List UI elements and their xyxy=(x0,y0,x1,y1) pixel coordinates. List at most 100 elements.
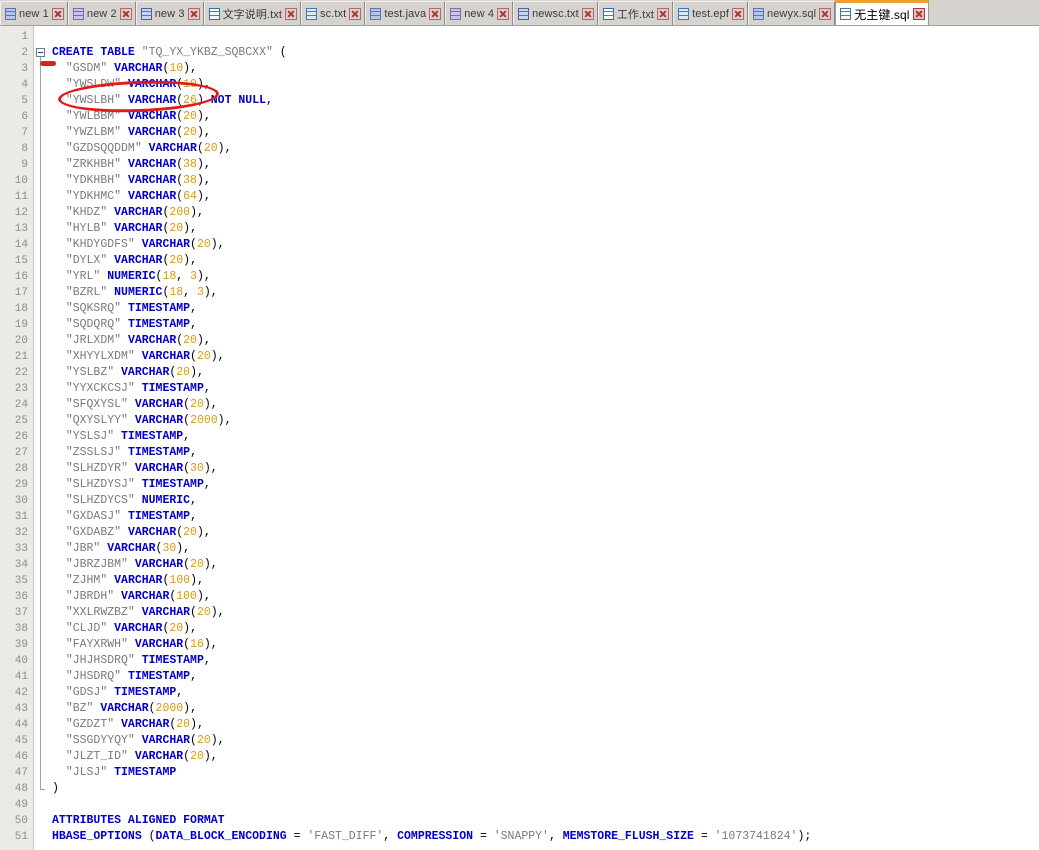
close-icon[interactable] xyxy=(731,7,744,20)
close-icon[interactable] xyxy=(187,7,200,20)
code-line[interactable]: "YWZLBM" VARCHAR(20), xyxy=(48,125,1039,141)
code-line[interactable]: "FAYXRWH" VARCHAR(16), xyxy=(48,637,1039,653)
code-line[interactable]: "ZJHM" VARCHAR(100), xyxy=(48,573,1039,589)
tab-label: new 2 xyxy=(86,7,117,20)
fold-row xyxy=(34,413,48,429)
close-icon[interactable] xyxy=(51,7,64,20)
code-line[interactable]: "XXLRWZBZ" VARCHAR(20), xyxy=(48,605,1039,621)
code-line[interactable]: "QXYSLYY" VARCHAR(2000), xyxy=(48,413,1039,429)
fold-row xyxy=(34,365,48,381)
document-icon xyxy=(518,7,530,20)
code-line[interactable]: "GXDABZ" VARCHAR(20), xyxy=(48,525,1039,541)
code-line[interactable]: "GZDSQQDDM" VARCHAR(20), xyxy=(48,141,1039,157)
code-line[interactable]: "JHSDRQ" TIMESTAMP, xyxy=(48,669,1039,685)
document-icon xyxy=(208,7,220,20)
code-line[interactable]: "YWSLDW" VARCHAR(10), xyxy=(48,77,1039,93)
line-number: 18 xyxy=(14,303,28,315)
code-line[interactable]: "DYLX" VARCHAR(20), xyxy=(48,253,1039,269)
code-line[interactable]: "ZRKHBH" VARCHAR(38), xyxy=(48,157,1039,173)
code-line[interactable]: HBASE_OPTIONS (DATA_BLOCK_ENCODING = 'FA… xyxy=(48,829,1039,845)
tab-2[interactable]: new 2 xyxy=(67,1,136,25)
tab-3[interactable]: new 3 xyxy=(135,1,204,25)
code-editor[interactable]: 1 2 3 4 5 6 7 8 9 10 11 12 13 14 15 16 17 18 19 20 21 22 23 24 2… xyxy=(0,26,1039,850)
code-line[interactable]: "SLHZDYR" VARCHAR(30), xyxy=(48,461,1039,477)
fold-row xyxy=(34,525,48,541)
code-line[interactable]: "KHDYGDFS" VARCHAR(20), xyxy=(48,237,1039,253)
code-line[interactable]: "YDKHBH" VARCHAR(38), xyxy=(48,173,1039,189)
code-line[interactable]: "JHJHSDRQ" TIMESTAMP, xyxy=(48,653,1039,669)
code-line[interactable]: "YDKHMC" VARCHAR(64), xyxy=(48,189,1039,205)
document-icon xyxy=(72,7,84,20)
code-line[interactable]: "JBR" VARCHAR(30), xyxy=(48,541,1039,557)
fold-row xyxy=(34,541,48,557)
code-line[interactable]: "KHDZ" VARCHAR(200), xyxy=(48,205,1039,221)
code-line[interactable]: "SQKSRQ" TIMESTAMP, xyxy=(48,301,1039,317)
code-fold-column[interactable] xyxy=(34,26,48,850)
code-line[interactable]: "BZ" VARCHAR(2000), xyxy=(48,701,1039,717)
code-line[interactable]: "YWLBBM" VARCHAR(20), xyxy=(48,109,1039,125)
close-icon[interactable] xyxy=(497,7,510,20)
line-number: 30 xyxy=(14,495,28,507)
code-line[interactable]: "YSLBZ" VARCHAR(20), xyxy=(48,365,1039,381)
code-line[interactable]: "YSLSJ" TIMESTAMP, xyxy=(48,429,1039,445)
line-number: 32 xyxy=(14,527,28,539)
code-line[interactable]: "SFQXYSL" VARCHAR(20), xyxy=(48,397,1039,413)
tab-bar[interactable]: new 1 new 2 new 3 文字说明.txt sc.txt test.java ne… xyxy=(0,0,1039,26)
code-line[interactable]: "JRLXDM" VARCHAR(20), xyxy=(48,333,1039,349)
tab-7[interactable]: new 4 xyxy=(445,1,514,25)
tab-label: sc.txt xyxy=(320,7,347,20)
code-line[interactable]: "SSGDYYQY" VARCHAR(20), xyxy=(48,733,1039,749)
code-line[interactable] xyxy=(48,29,1039,45)
code-line[interactable]: "GZDZT" VARCHAR(20), xyxy=(48,717,1039,733)
code-line[interactable]: CREATE TABLE "TQ_YX_YKBZ_SQBCXX" ( xyxy=(48,45,1039,61)
code-line[interactable]: "CLJD" VARCHAR(20), xyxy=(48,621,1039,637)
tab-5[interactable]: sc.txt xyxy=(301,1,366,25)
tab-12[interactable]: 无主键.sql xyxy=(835,0,929,25)
code-line[interactable]: "XHYYLXDM" VARCHAR(20), xyxy=(48,349,1039,365)
tab-1[interactable]: new 1 xyxy=(0,1,68,25)
tab-8[interactable]: newsc.txt xyxy=(513,1,598,25)
close-icon[interactable] xyxy=(285,7,298,20)
code-line[interactable]: "GDSJ" TIMESTAMP, xyxy=(48,685,1039,701)
tab-10[interactable]: test.epf xyxy=(673,1,748,25)
code-line[interactable]: ) xyxy=(48,781,1039,797)
close-icon[interactable] xyxy=(912,8,925,20)
code-line[interactable]: "JLSJ" TIMESTAMP xyxy=(48,765,1039,781)
close-icon[interactable] xyxy=(119,7,132,20)
fold-row xyxy=(34,189,48,205)
line-number: 21 xyxy=(14,351,28,363)
close-icon[interactable] xyxy=(429,7,442,20)
close-icon[interactable] xyxy=(819,7,832,20)
code-line[interactable]: "JBRDH" VARCHAR(100), xyxy=(48,589,1039,605)
code-line[interactable]: "SLHZDYSJ" TIMESTAMP, xyxy=(48,477,1039,493)
code-line[interactable]: "JBRZJBM" VARCHAR(20), xyxy=(48,557,1039,573)
close-icon[interactable] xyxy=(657,7,670,20)
code-text-area[interactable]: CREATE TABLE "TQ_YX_YKBZ_SQBCXX" ( "GSDM… xyxy=(48,26,1039,850)
fold-row xyxy=(34,621,48,637)
code-line[interactable]: "BZRL" NUMERIC(18, 3), xyxy=(48,285,1039,301)
tab-4[interactable]: 文字说明.txt xyxy=(203,1,302,25)
fold-row xyxy=(34,381,48,397)
line-number: 33 xyxy=(14,543,28,555)
tab-11[interactable]: newyx.sql xyxy=(747,1,836,25)
document-icon xyxy=(678,7,690,20)
fold-collapse-icon[interactable] xyxy=(36,48,45,57)
code-line[interactable]: "HYLB" VARCHAR(20), xyxy=(48,221,1039,237)
code-line[interactable]: "GXDASJ" TIMESTAMP, xyxy=(48,509,1039,525)
tab-6[interactable]: test.java xyxy=(365,1,446,25)
line-number: 23 xyxy=(14,383,28,395)
code-line[interactable]: "JLZT_ID" VARCHAR(20), xyxy=(48,749,1039,765)
line-number: 24 xyxy=(14,399,28,411)
code-line[interactable]: "YYXCKCSJ" TIMESTAMP, xyxy=(48,381,1039,397)
close-icon[interactable] xyxy=(581,7,594,20)
close-icon[interactable] xyxy=(349,7,362,20)
code-line[interactable]: "SLHZDYCS" NUMERIC, xyxy=(48,493,1039,509)
code-line[interactable]: "YRL" NUMERIC(18, 3), xyxy=(48,269,1039,285)
code-line[interactable] xyxy=(48,797,1039,813)
code-line[interactable]: "ZSSLSJ" TIMESTAMP, xyxy=(48,445,1039,461)
tab-9[interactable]: 工作.txt xyxy=(597,1,674,25)
code-line[interactable]: "GSDM" VARCHAR(10), xyxy=(48,61,1039,77)
code-line[interactable]: "YWSLBH" VARCHAR(26) NOT NULL, xyxy=(48,93,1039,109)
code-line[interactable]: ATTRIBUTES ALIGNED FORMAT xyxy=(48,813,1039,829)
code-line[interactable]: "SQDQRQ" TIMESTAMP, xyxy=(48,317,1039,333)
